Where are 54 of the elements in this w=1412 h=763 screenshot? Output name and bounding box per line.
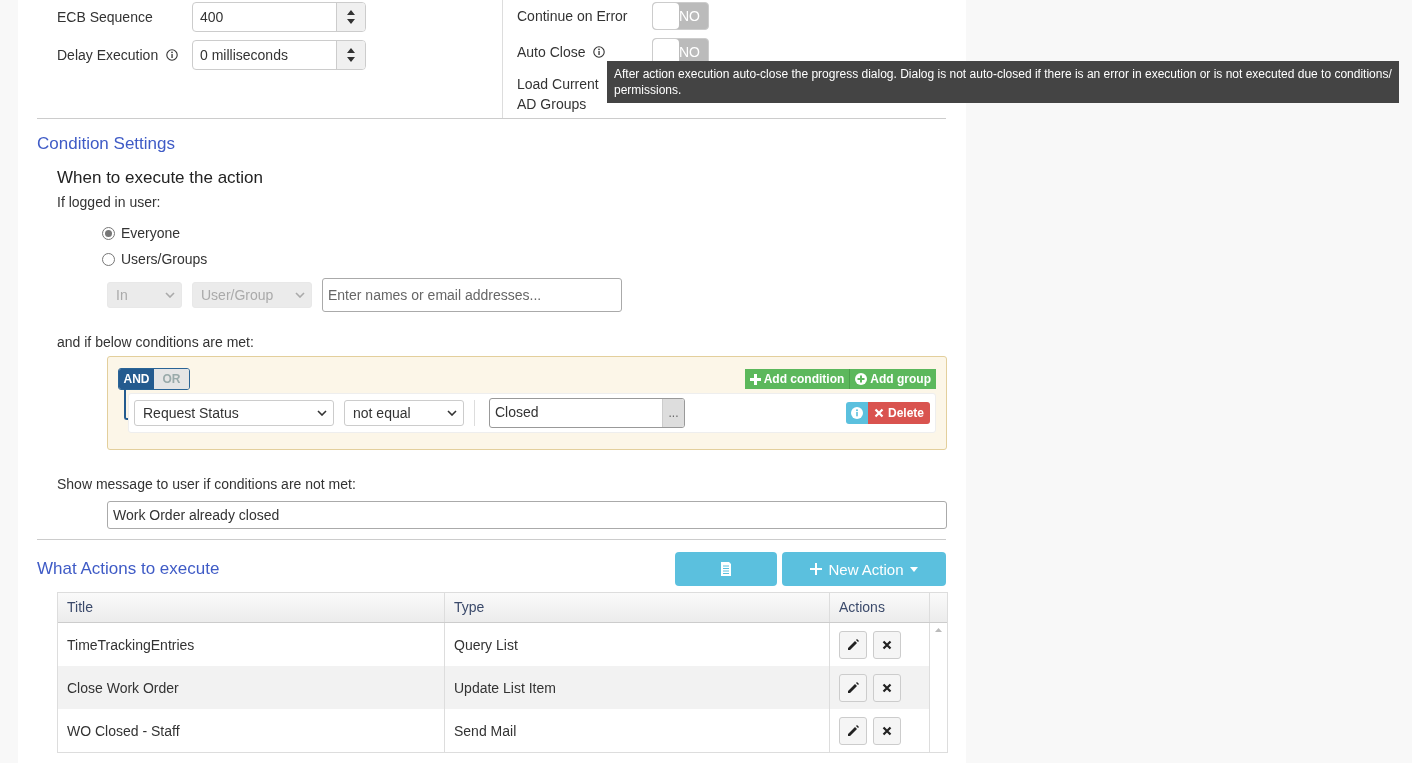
section-title: Condition Settings (37, 134, 176, 154)
chevron-down-icon (317, 410, 327, 416)
tooltip: After action execution auto-close the progress dialog. Dialog is not auto-closed if there is an error in execution or is not executed due to conditions/ permissions. (607, 61, 1399, 103)
edit-button[interactable] (839, 673, 867, 702)
number-spinner[interactable]: 400 (192, 2, 366, 32)
remove-button[interactable] (873, 630, 901, 659)
info-icon (850, 407, 863, 419)
column-header[interactable]: Title (58, 593, 445, 622)
column-header[interactable]: Type (445, 593, 830, 622)
field-label: Show message to user if conditions are not met: (57, 476, 357, 492)
field-label: ECB Sequence (57, 8, 153, 27)
plus-circle-icon (855, 373, 868, 385)
close-icon (882, 639, 892, 650)
pencil-icon (846, 723, 860, 738)
more-button[interactable]: ... (662, 399, 684, 427)
section-title: What Actions to execute (37, 559, 220, 579)
toggle-label: Load Current AD Groups (517, 75, 599, 114)
chevron-down-icon (447, 410, 457, 416)
spinner-arrows-icon[interactable] (336, 3, 365, 31)
field-label: and if below conditions are met: (57, 334, 255, 350)
spinner-arrows-icon[interactable] (336, 41, 365, 69)
value-field[interactable]: Closed ... (489, 398, 685, 428)
plus-icon (810, 563, 823, 575)
table-cell: WO Closed - Staff (58, 709, 445, 752)
section-subtitle: When to execute the action (57, 168, 265, 188)
remove-button[interactable] (873, 716, 901, 745)
toggle-label: Auto Close (517, 42, 606, 62)
radio-option[interactable]: Everyone (102, 220, 181, 246)
delete-button[interactable]: Delete (867, 402, 930, 424)
chevron-down-icon (165, 292, 175, 298)
caret-icon (909, 566, 918, 572)
number-spinner[interactable]: 0 milliseconds (192, 40, 366, 70)
close-icon (882, 725, 892, 736)
document-icon (720, 562, 732, 576)
chevron-down-icon (295, 292, 305, 298)
operator-select[interactable]: not equal (344, 400, 464, 426)
field-label: Delay Execution (57, 45, 179, 65)
people-input[interactable]: Enter names or email addresses... (322, 278, 622, 312)
field-label: If logged in user: (57, 194, 162, 210)
close-icon (873, 408, 884, 418)
table-cell: Send Mail (445, 709, 830, 752)
pencil-icon (846, 637, 860, 652)
pencil-icon (846, 680, 860, 695)
plus-icon (749, 373, 761, 385)
column-header[interactable]: Actions (830, 593, 930, 622)
edit-button[interactable] (839, 716, 867, 745)
field-select[interactable]: Request Status (134, 400, 334, 426)
radio-option[interactable]: Users/Groups (102, 246, 208, 272)
remove-button[interactable] (873, 673, 901, 702)
message-input[interactable]: Work Order already closed (107, 501, 947, 529)
toggle-label: Continue on Error (517, 7, 628, 26)
edit-button[interactable] (839, 630, 867, 659)
logic-toggle[interactable]: AND (119, 369, 154, 389)
close-icon (882, 682, 892, 693)
